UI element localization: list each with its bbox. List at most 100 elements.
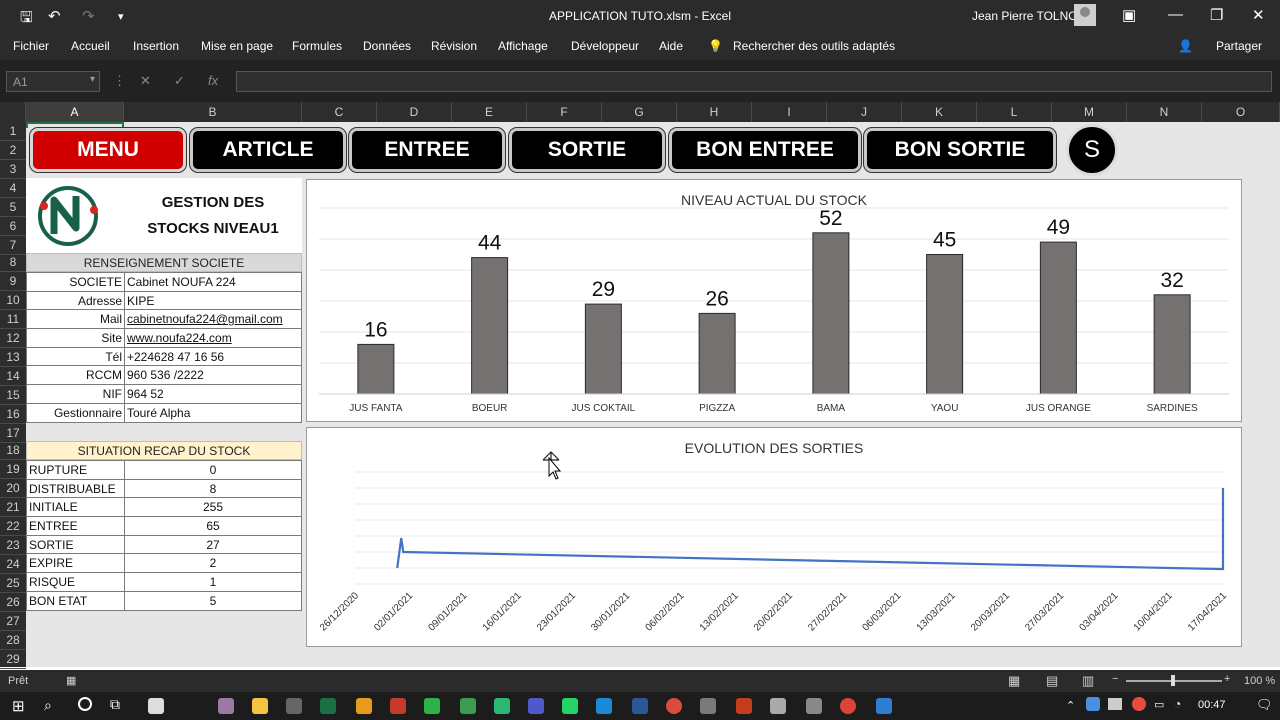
- info-label[interactable]: Site: [26, 328, 125, 348]
- recap-label[interactable]: SORTIE: [26, 534, 125, 555]
- whatsapp-icon[interactable]: [562, 698, 578, 714]
- bar[interactable]: [357, 343, 395, 395]
- info-value[interactable]: cabinetnoufa224@gmail.com: [124, 309, 302, 330]
- bon-entree-button[interactable]: BON ENTREE: [669, 128, 861, 172]
- recap-value[interactable]: 65: [124, 516, 302, 536]
- tray-icon[interactable]: [1132, 697, 1146, 711]
- bar[interactable]: [812, 232, 850, 395]
- info-value[interactable]: Touré Alpha: [124, 402, 302, 423]
- entree-button[interactable]: ENTREE: [349, 128, 505, 172]
- row-header[interactable]: 22: [0, 517, 26, 536]
- recap-value[interactable]: 1: [124, 572, 302, 592]
- normal-view-icon[interactable]: ▦: [1008, 673, 1020, 689]
- column-header-n[interactable]: N: [1127, 102, 1202, 122]
- user-name[interactable]: Jean Pierre TOLNO: [972, 9, 1078, 23]
- row-header[interactable]: 19: [0, 460, 26, 479]
- bar[interactable]: [926, 254, 964, 395]
- tab-revision[interactable]: Révision: [431, 39, 477, 53]
- ribbon-display-icon[interactable]: ▣: [1122, 6, 1136, 24]
- column-header-l[interactable]: L: [977, 102, 1052, 122]
- recap-value[interactable]: 255: [124, 497, 302, 518]
- column-header-h[interactable]: H: [677, 102, 752, 122]
- zoom-level[interactable]: 100 %: [1244, 675, 1275, 687]
- cortana-icon[interactable]: [78, 697, 92, 711]
- bar[interactable]: [471, 257, 509, 395]
- info-value[interactable]: +224628 47 16 56: [124, 346, 302, 367]
- row-header[interactable]: 12: [0, 329, 26, 348]
- excel-icon[interactable]: [320, 698, 336, 714]
- tray-chevron-icon[interactable]: ⌃: [1066, 699, 1075, 712]
- bar[interactable]: [584, 303, 622, 395]
- recap-value[interactable]: 27: [124, 534, 302, 555]
- zoom-out-icon[interactable]: −: [1112, 673, 1118, 685]
- info-label[interactable]: Tél: [26, 346, 125, 367]
- insert-function-icon[interactable]: fx: [208, 73, 218, 88]
- row-header[interactable]: 21: [0, 498, 26, 517]
- app-icon[interactable]: [876, 698, 892, 714]
- macro-record-icon[interactable]: ▦: [66, 674, 76, 687]
- zoom-in-icon[interactable]: +: [1224, 673, 1230, 685]
- avatar[interactable]: [1074, 4, 1096, 26]
- word-icon[interactable]: [632, 698, 648, 714]
- row-header[interactable]: 1: [0, 122, 26, 141]
- row-header[interactable]: 10: [0, 291, 26, 310]
- edge-icon[interactable]: [596, 698, 612, 714]
- windows-start-icon[interactable]: ⊞: [12, 697, 25, 715]
- cancel-icon[interactable]: ✕: [140, 73, 151, 89]
- restore-icon[interactable]: ❐: [1210, 6, 1223, 24]
- row-header[interactable]: 2: [0, 141, 26, 160]
- recap-label[interactable]: RISQUE: [26, 572, 125, 592]
- row-header[interactable]: 23: [0, 536, 26, 555]
- bon-sortie-button[interactable]: BON SORTIE: [864, 128, 1056, 172]
- app-icon[interactable]: [356, 698, 372, 714]
- info-label[interactable]: RCCM: [26, 365, 125, 386]
- tab-formules[interactable]: Formules: [292, 39, 342, 53]
- info-label[interactable]: Adresse: [26, 290, 125, 311]
- info-label[interactable]: NIF: [26, 384, 125, 404]
- settings-icon[interactable]: [770, 698, 786, 714]
- row-header[interactable]: 16: [0, 405, 26, 424]
- wifi-icon[interactable]: ◔: [1174, 697, 1181, 711]
- chrome-icon[interactable]: [666, 698, 682, 714]
- customize-toolbar-icon[interactable]: ▾: [118, 10, 124, 23]
- file-explorer-icon[interactable]: [252, 698, 268, 714]
- recap-value[interactable]: 2: [124, 553, 302, 574]
- tab-fichier[interactable]: Fichier: [13, 39, 49, 53]
- minimize-icon[interactable]: —: [1168, 6, 1183, 23]
- recap-label[interactable]: EXPIRE: [26, 553, 125, 574]
- column-header-m[interactable]: M: [1052, 102, 1127, 122]
- bar[interactable]: [698, 312, 736, 395]
- close-icon[interactable]: ✕: [1252, 6, 1265, 24]
- bar[interactable]: [1039, 241, 1077, 395]
- info-value[interactable]: KIPE: [124, 290, 302, 311]
- row-header[interactable]: 26: [0, 593, 26, 612]
- app-icon[interactable]: [700, 698, 716, 714]
- app-icon[interactable]: [286, 698, 302, 714]
- recap-value[interactable]: 8: [124, 478, 302, 499]
- row-header[interactable]: 24: [0, 555, 26, 574]
- recap-label[interactable]: ENTREE: [26, 516, 125, 536]
- row-header[interactable]: 5: [0, 198, 26, 217]
- search-icon[interactable]: ⌕: [44, 697, 52, 714]
- row-header[interactable]: 4: [0, 179, 26, 198]
- recap-value[interactable]: 5: [124, 590, 302, 611]
- row-header[interactable]: 25: [0, 574, 26, 593]
- tray-icon[interactable]: [1086, 697, 1100, 711]
- column-header-e[interactable]: E: [452, 102, 527, 122]
- app-icon[interactable]: [494, 698, 510, 714]
- clock[interactable]: 00:47: [1198, 699, 1226, 711]
- column-header-f[interactable]: F: [527, 102, 602, 122]
- tab-aide[interactable]: Aide: [659, 39, 683, 53]
- info-label[interactable]: Mail: [26, 309, 125, 330]
- app-icon[interactable]: [218, 698, 234, 714]
- tab-accueil[interactable]: Accueil: [71, 39, 110, 53]
- info-value[interactable]: Cabinet NOUFA 224: [124, 272, 302, 292]
- info-value[interactable]: www.noufa224.com: [124, 328, 302, 348]
- row-header[interactable]: 14: [0, 367, 26, 386]
- app-icon[interactable]: [460, 698, 476, 714]
- task-view-icon[interactable]: ⧉: [110, 696, 120, 713]
- column-header-j[interactable]: J: [827, 102, 902, 122]
- exits-evolution-chart[interactable]: EVOLUTION DES SORTIES 26/12/2020 02/01/20…: [306, 427, 1242, 647]
- redo-icon[interactable]: ↷: [82, 7, 95, 25]
- search-tools[interactable]: Rechercher des outils adaptés: [733, 39, 895, 53]
